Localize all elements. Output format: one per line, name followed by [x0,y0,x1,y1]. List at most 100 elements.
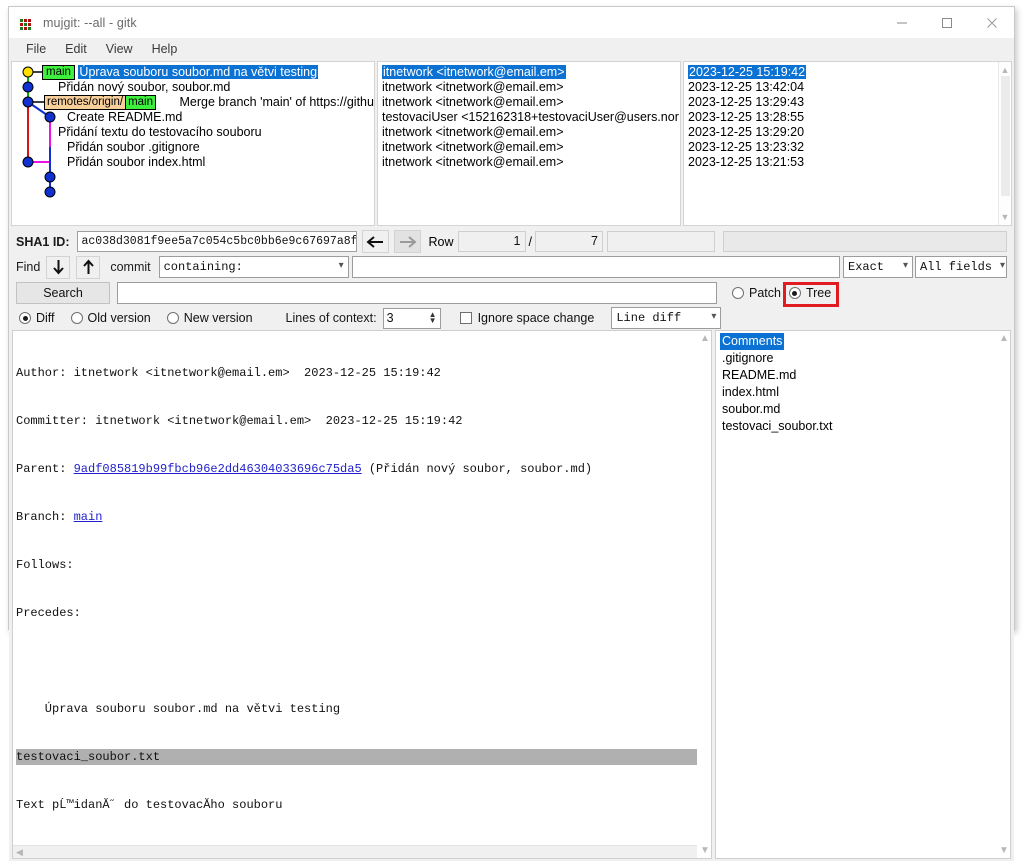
search-button[interactable]: Search [16,282,110,304]
tree-item[interactable]: index.html [720,384,1010,401]
find-next-button[interactable] [46,255,71,279]
menu-item-view[interactable]: View [97,40,142,58]
menu-item-file[interactable]: File [17,40,55,58]
app-icon [19,15,35,31]
find-mode-select[interactable]: containing: ▾ [158,256,349,278]
commit-message: Merge branch 'main' of https://github. [179,95,375,109]
date-row: 2023-12-25 13:29:20 [684,125,1011,140]
row-separator: / [528,234,532,249]
maximize-icon[interactable] [924,7,969,38]
close-icon[interactable] [969,7,1014,38]
commit-message: Přidání textu do testovacího souboru [58,125,262,139]
commit-graph-pane[interactable]: main Úprava souboru soubor.md na větvi t… [11,61,375,226]
commit-row[interactable]: Přidán soubor index.html [12,155,374,170]
tree-item-label: Comments [720,333,785,350]
diff-horizontal-scrollbar[interactable]: ◀ ▶ [13,845,711,858]
tree-pane[interactable]: Comments .gitignore README.md index.html… [715,330,1011,859]
tree-scrollbar[interactable]: ▲ ▼ [996,331,1010,858]
author-name: itnetwork <itnetwork@email.em> [382,65,566,79]
radio-patch[interactable]: Patch [729,286,784,300]
scroll-down-icon[interactable]: ▼ [999,845,1009,856]
tree-item[interactable]: README.md [720,367,1010,384]
minimize-icon[interactable] [879,7,924,38]
tree-item[interactable]: soubor.md [720,401,1010,418]
row-total-input[interactable]: 7 [534,231,603,252]
date-row: 2023-12-25 13:28:55 [684,110,1011,125]
find-label: Find [16,260,41,274]
diff-line: Text pĹ™idanĂ˝ do testovacĂ­ho souboru [16,798,283,812]
find-prev-button[interactable] [76,255,101,279]
radio-new-version[interactable]: New version [164,311,256,325]
commit-row[interactable]: main Úprava souboru soubor.md na větvi t… [12,65,374,80]
scroll-up-icon[interactable]: ▲ [700,333,710,344]
commit-row[interactable]: Přidán nový soubor, soubor.md [12,80,374,95]
commit-date-pane[interactable]: 2023-12-25 15:19:42 2023-12-25 13:42:04 … [683,61,1012,226]
diff-mode-select[interactable]: Line diff ▾ [611,307,722,329]
commit-row[interactable]: Přidání textu do testovacího souboru [12,125,374,140]
diff-pane[interactable]: Author: itnetwork <itnetwork@email.em> 2… [12,330,712,859]
radio-new-version-label: New version [183,311,253,325]
menu-item-edit[interactable]: Edit [56,40,96,58]
row-extra-input[interactable] [606,231,715,252]
commit-message-column: main Úprava souboru soubor.md na větvi t… [12,65,374,170]
diff-line-branch: Branch: main [16,509,711,525]
commit-row[interactable]: Přidán soubor .gitignore [12,140,374,155]
menu-item-help[interactable]: Help [143,40,187,58]
lines-of-context-stepper[interactable]: 3 ▲ ▼ [382,307,441,329]
date-row: 2023-12-25 13:29:43 [684,95,1011,110]
search-input[interactable] [117,282,717,304]
author-row: itnetwork <itnetwork@email.em> [378,125,680,140]
commit-row[interactable]: remotes/origin/main Merge branch 'main' … [12,95,374,110]
scroll-left-icon[interactable]: ◀ [16,847,23,858]
title-bar: mujgit: --all - gitk [9,7,1014,38]
find-exact-select[interactable]: Exact ▾ [843,256,913,278]
scroll-down-icon[interactable]: ▼ [1001,209,1010,225]
radio-diff[interactable]: Diff [16,311,58,325]
forward-button[interactable] [394,230,422,253]
chevron-down-icon: ▾ [1000,261,1006,272]
diff-options-row: Diff Old version New version Lines of co… [10,306,1013,330]
chevron-down-icon: ▾ [338,261,344,272]
find-fields-select[interactable]: All fields ▾ [915,256,1007,278]
tree-item[interactable]: .gitignore [720,350,1010,367]
ref-tag-remote-origin-main[interactable]: remotes/origin/main [44,95,156,110]
tree-item[interactable]: Comments [720,333,1010,350]
find-exact-value: Exact [848,260,885,274]
gitk-window: mujgit: --all - gitk File Edit View Help [8,6,1015,861]
patch-tree-group: Patch Tree [729,282,839,307]
radio-old-version[interactable]: Old version [68,311,154,325]
tree-item-label: README.md [722,368,797,382]
diff-scrollbar[interactable]: ▲ ▼ [697,331,711,858]
commit-author-pane[interactable]: itnetwork <itnetwork@email.em> itnetwork… [377,61,681,226]
commit-row[interactable]: Create README.md [12,110,374,125]
radio-old-version-label: Old version [87,311,151,325]
diff-text: Author: itnetwork <itnetwork@email.em> 2… [13,331,711,845]
tree-item[interactable]: testovaci_soubor.txt [720,418,1010,435]
commit-message: Přidán nový soubor, soubor.md [58,80,231,94]
back-button[interactable] [362,230,390,253]
find-query-input[interactable] [351,256,840,278]
diff-line [16,653,711,669]
scroll-up-icon[interactable]: ▲ [999,333,1009,344]
commit-list-area: main Úprava souboru soubor.md na větvi t… [10,61,1013,226]
author-row: itnetwork <itnetwork@email.em> [378,155,680,170]
window-title: mujgit: --all - gitk [43,15,137,30]
diff-file-name[interactable]: testovaci_soubor.txt [16,749,700,765]
scroll-down-icon[interactable]: ▼ [700,845,710,856]
parent-label: Parent: [16,462,74,476]
bottom-split: Author: itnetwork <itnetwork@email.em> 2… [10,330,1013,861]
commit-message: Přidán soubor .gitignore [67,140,200,154]
sha1-input[interactable]: ac038d3081f9ee5a7c054c5bc0bb6e9c67697a8f [77,231,358,252]
ref-tag-main[interactable]: main [42,65,75,80]
parent-sha-link[interactable]: 9adf085819b99fbcb96e2dd46304033696c75da5 [74,462,362,476]
ignore-space-label: Ignore space change [477,311,595,325]
commit-list-scrollbar[interactable]: ▲ ▼ [998,62,1011,225]
date-row: 2023-12-25 13:21:53 [684,155,1011,170]
tree-file-list: Comments .gitignore README.md index.html… [716,331,1010,435]
checkbox-ignore-space[interactable]: Ignore space change [457,311,598,325]
scrollbar-thumb[interactable] [1001,76,1010,196]
chevron-down-icon: ▾ [711,312,717,323]
branch-link[interactable]: main [74,510,103,524]
stepper-arrows-icon[interactable]: ▲ ▼ [429,311,437,325]
row-current-input[interactable]: 1 [457,231,526,252]
